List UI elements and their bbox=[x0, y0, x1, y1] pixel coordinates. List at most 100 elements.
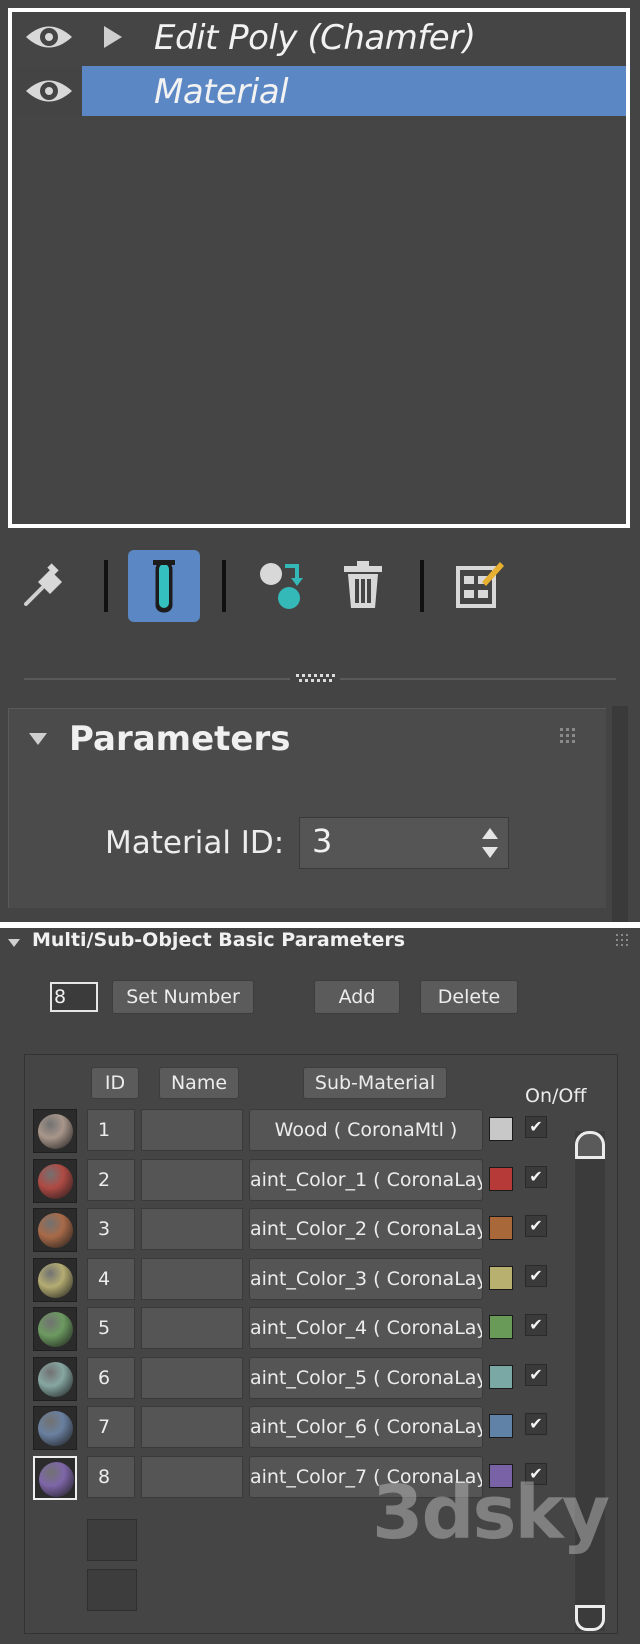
collapse-arrow-icon[interactable] bbox=[29, 733, 47, 745]
sub-material-row: 4 aint_Color_3 ( CoronaLaye ✔ bbox=[25, 1256, 619, 1302]
sub-material-row: 1 Wood ( CoronaMtl ) ✔ bbox=[25, 1107, 619, 1153]
stack-item-material[interactable]: Material bbox=[12, 66, 626, 116]
on-off-checkbox[interactable]: ✔ bbox=[525, 1314, 547, 1336]
on-off-checkbox[interactable]: ✔ bbox=[525, 1364, 547, 1386]
expand-arrow-icon[interactable] bbox=[104, 26, 122, 48]
material-swatch[interactable] bbox=[33, 1208, 77, 1252]
sub-material-row: 6 aint_Color_5 ( CoronaLaye ✔ bbox=[25, 1355, 619, 1401]
sub-material-label: aint_Color_4 ( CoronaLaye bbox=[250, 1317, 483, 1339]
configure-modifier-sets-icon[interactable] bbox=[452, 556, 506, 612]
id-field[interactable]: 3 bbox=[87, 1208, 135, 1250]
scrollbar-thumb[interactable] bbox=[575, 1131, 605, 1159]
collapse-arrow-icon[interactable] bbox=[8, 939, 20, 947]
sub-material-button[interactable]: Wood ( CoronaMtl ) bbox=[249, 1109, 483, 1151]
material-sphere-icon bbox=[38, 1164, 73, 1199]
name-field[interactable] bbox=[141, 1456, 243, 1498]
show-end-result-icon bbox=[153, 560, 175, 613]
color-swatch[interactable] bbox=[489, 1414, 513, 1438]
spinner-up-icon[interactable] bbox=[482, 828, 498, 839]
on-off-checkbox[interactable]: ✔ bbox=[525, 1413, 547, 1435]
show-end-result-button[interactable] bbox=[128, 550, 200, 622]
column-header-sub-material[interactable]: Sub-Material bbox=[303, 1067, 447, 1099]
id-field[interactable]: 2 bbox=[87, 1159, 135, 1201]
column-header-id[interactable]: ID bbox=[91, 1067, 139, 1099]
name-field[interactable] bbox=[141, 1258, 243, 1300]
color-swatch[interactable] bbox=[489, 1117, 513, 1141]
stack-item-label: Edit Poly (Chamfer) bbox=[154, 18, 476, 58]
material-swatch[interactable] bbox=[33, 1109, 77, 1153]
material-swatch[interactable] bbox=[33, 1307, 77, 1351]
id-field[interactable]: 1 bbox=[87, 1109, 135, 1151]
set-number-button[interactable]: Set Number bbox=[112, 980, 254, 1014]
toolbar-separator bbox=[104, 560, 108, 612]
drag-handle-icon[interactable] bbox=[616, 934, 628, 946]
modifier-toolbar bbox=[0, 540, 640, 630]
color-swatch[interactable] bbox=[489, 1315, 513, 1339]
material-id-label: Material ID: bbox=[105, 825, 285, 861]
name-field[interactable] bbox=[141, 1159, 243, 1201]
stack-item-edit-poly[interactable]: Edit Poly (Chamfer) bbox=[12, 12, 626, 62]
column-header-name[interactable]: Name bbox=[159, 1067, 239, 1099]
id-field[interactable]: 6 bbox=[87, 1357, 135, 1399]
visibility-toggle[interactable] bbox=[12, 66, 82, 116]
sub-material-button[interactable]: aint_Color_3 ( CoronaLaye bbox=[249, 1258, 483, 1300]
material-swatch[interactable] bbox=[33, 1406, 77, 1450]
parameters-rollout: Parameters Material ID: 3 bbox=[8, 708, 606, 908]
id-field[interactable]: 4 bbox=[87, 1258, 135, 1300]
material-id-value[interactable]: 3 bbox=[312, 822, 332, 860]
spinner-down-icon[interactable] bbox=[482, 847, 498, 858]
scrollbar-end[interactable] bbox=[575, 1605, 605, 1631]
name-field[interactable] bbox=[141, 1109, 243, 1151]
on-off-checkbox[interactable]: ✔ bbox=[525, 1116, 547, 1138]
list-scrollbar[interactable] bbox=[575, 1131, 605, 1631]
eye-icon bbox=[26, 26, 72, 48]
empty-id-slot bbox=[87, 1569, 137, 1611]
on-off-checkbox[interactable]: ✔ bbox=[525, 1265, 547, 1287]
sub-material-row: 3 aint_Color_2 ( CoronaLaye ✔ bbox=[25, 1206, 619, 1252]
rollout-title[interactable]: Multi/Sub-Object Basic Parameters bbox=[32, 929, 405, 951]
sub-material-button[interactable]: aint_Color_5 ( CoronaLaye bbox=[249, 1357, 483, 1399]
color-swatch[interactable] bbox=[489, 1216, 513, 1240]
name-field[interactable] bbox=[141, 1357, 243, 1399]
sub-material-button[interactable]: aint_Color_6 ( CoronaLaye bbox=[249, 1406, 483, 1448]
delete-button[interactable]: Delete bbox=[420, 980, 518, 1014]
id-field[interactable]: 5 bbox=[87, 1307, 135, 1349]
stack-item-label: Material bbox=[154, 72, 289, 112]
color-swatch[interactable] bbox=[489, 1167, 513, 1191]
name-field[interactable] bbox=[141, 1307, 243, 1349]
sub-material-button[interactable]: aint_Color_1 ( CoronaLaye bbox=[249, 1159, 483, 1201]
material-swatch[interactable] bbox=[33, 1456, 77, 1500]
add-button[interactable]: Add bbox=[314, 980, 400, 1014]
sub-material-button[interactable]: aint_Color_2 ( CoronaLaye bbox=[249, 1208, 483, 1250]
pin-stack-icon[interactable] bbox=[20, 560, 70, 610]
number-of-materials-input[interactable]: 8 bbox=[50, 982, 98, 1012]
color-swatch[interactable] bbox=[489, 1266, 513, 1290]
name-field[interactable] bbox=[141, 1406, 243, 1448]
on-off-checkbox[interactable]: ✔ bbox=[525, 1215, 547, 1237]
eye-icon bbox=[26, 80, 72, 102]
material-sphere-icon bbox=[38, 1362, 73, 1397]
sub-material-label: aint_Color_1 ( CoronaLaye bbox=[250, 1169, 483, 1191]
sub-material-label: aint_Color_3 ( CoronaLaye bbox=[250, 1268, 483, 1290]
modifier-stack-list[interactable]: Edit Poly (Chamfer) Material bbox=[8, 8, 630, 528]
material-id-spinner[interactable]: 3 bbox=[299, 817, 509, 869]
material-swatch[interactable] bbox=[33, 1357, 77, 1401]
on-off-checkbox[interactable]: ✔ bbox=[525, 1166, 547, 1188]
rollout-title[interactable]: Parameters bbox=[69, 719, 290, 759]
material-sphere-icon bbox=[38, 1263, 73, 1298]
id-field[interactable]: 8 bbox=[87, 1456, 135, 1498]
sub-material-button[interactable]: aint_Color_4 ( CoronaLaye bbox=[249, 1307, 483, 1349]
color-swatch[interactable] bbox=[489, 1365, 513, 1389]
material-swatch[interactable] bbox=[33, 1258, 77, 1302]
splitter-grip-icon[interactable] bbox=[290, 672, 340, 684]
sub-material-label: Wood ( CoronaMtl ) bbox=[274, 1119, 458, 1141]
material-swatch[interactable] bbox=[33, 1159, 77, 1203]
visibility-toggle[interactable] bbox=[12, 12, 82, 62]
toolbar-separator bbox=[222, 560, 226, 612]
drag-handle-icon[interactable] bbox=[559, 727, 575, 743]
panel-scrollbar[interactable] bbox=[612, 706, 628, 922]
make-unique-icon[interactable] bbox=[255, 558, 311, 614]
id-field[interactable]: 7 bbox=[87, 1406, 135, 1448]
remove-modifier-icon[interactable] bbox=[340, 558, 386, 612]
name-field[interactable] bbox=[141, 1208, 243, 1250]
